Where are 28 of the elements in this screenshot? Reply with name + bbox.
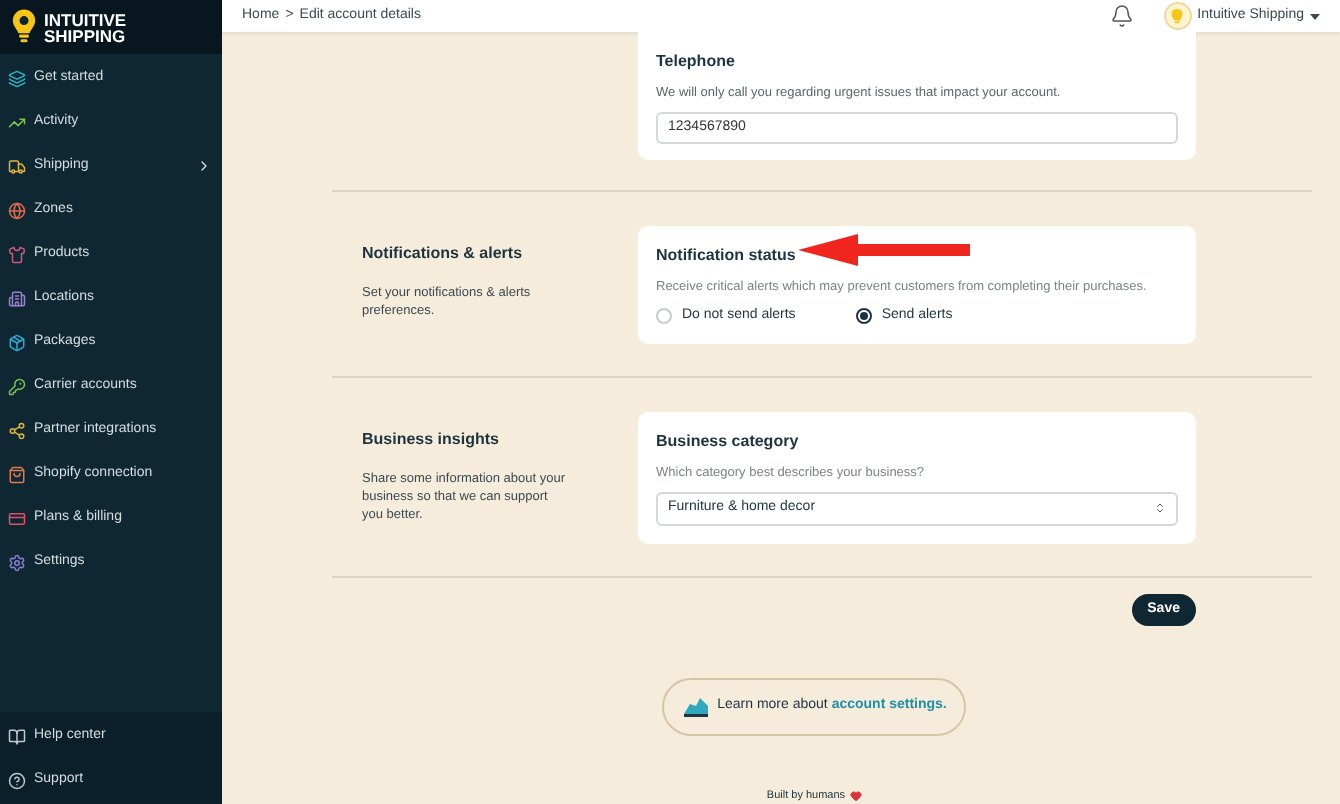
brand-logo[interactable]: INTUITIVE SHIPPING (0, 0, 222, 54)
layers-icon (8, 69, 26, 87)
bag-icon (8, 465, 26, 483)
book-icon (8, 727, 26, 745)
notification-bell-icon[interactable] (1109, 4, 1134, 28)
key-icon (8, 377, 26, 395)
radio-button[interactable] (855, 307, 872, 324)
card-title: Notification status (656, 243, 796, 268)
credit-card-icon (8, 509, 26, 527)
network-icon (8, 421, 26, 439)
brand-name: INTUITIVE (44, 11, 127, 27)
lightbulb-pin-icon (10, 8, 38, 46)
card-title: Business category (656, 430, 799, 454)
building-icon (8, 289, 26, 307)
settings-icon (8, 553, 26, 571)
help-icon (8, 771, 26, 789)
caret-icon (1310, 13, 1320, 19)
avatar-icon (1163, 2, 1192, 30)
card-title: Telephone (656, 50, 737, 74)
heart-icon (849, 789, 862, 802)
section-heading: Business insights (362, 428, 501, 452)
brand-name: SHIPPING (44, 27, 127, 43)
shirt-icon (8, 245, 26, 263)
section-heading: Notifications & alerts (362, 241, 525, 266)
package-icon (8, 333, 26, 351)
chart-icon (8, 113, 26, 131)
globe-icon (8, 201, 26, 219)
truck-icon (8, 157, 26, 175)
